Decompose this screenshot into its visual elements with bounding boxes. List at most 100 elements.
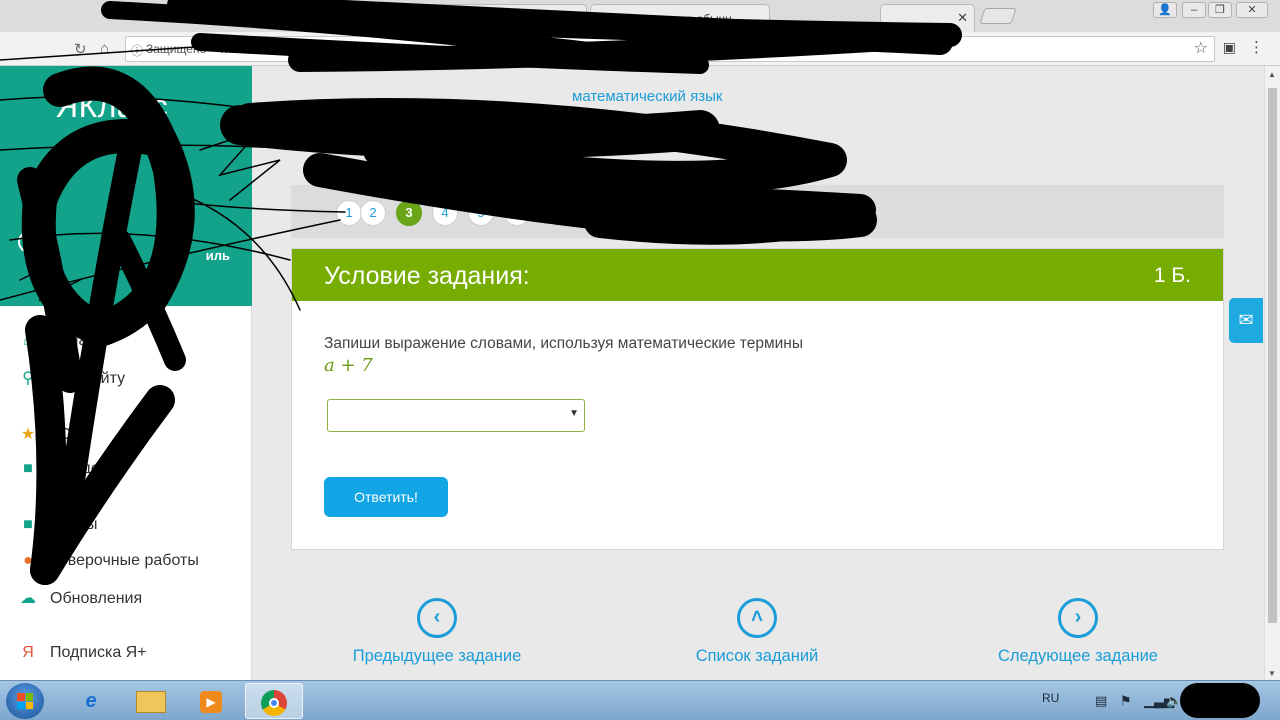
submit-answer-button[interactable]: Ответить! [324, 477, 448, 517]
sidebar-item-label: Подписка Я+ [50, 644, 147, 661]
favicon-icon [599, 14, 610, 25]
task-points: 1 Б. [1153, 264, 1191, 287]
sidebar-item-top[interactable]: ★ ТО [16, 424, 72, 448]
sidebar-brand-block: ЯКласс иль [0, 66, 252, 306]
breadcrumb[interactable]: математический язык [572, 88, 722, 105]
sidebar-item-label: Обновления [50, 590, 143, 607]
prev-task-nav[interactable]: ‹ Предыдущее задание [327, 598, 547, 666]
clock-redacted [1180, 683, 1260, 718]
page-title: на обы ык [460, 118, 601, 151]
cloud-icon: ☁ [20, 590, 36, 607]
next-task-link[interactable]: Следующее задание [968, 647, 1188, 666]
task-header: Условие задания: 1 Б. [292, 249, 1223, 301]
feedback-mail-icon[interactable]: ✉ [1229, 298, 1263, 343]
pager-item-active[interactable]: 3 [396, 200, 422, 226]
task-card: Условие задания: 1 Б. Запиши выражение с… [291, 248, 1224, 550]
language-indicator[interactable]: RU [1042, 691, 1059, 705]
task-expression: a + 7 [324, 355, 373, 376]
dropdown-arrow-icon: ▼ [569, 408, 579, 419]
sidebar-item-subjects[interactable]: ■ дметы [16, 516, 98, 540]
pager-item[interactable]: 8 [576, 200, 602, 226]
sidebar-item-label: роверочные работы [50, 552, 199, 569]
profile-link[interactable]: иль [206, 248, 230, 263]
sidebar-item-tests[interactable]: ● роверочные работы [16, 552, 199, 576]
minimize-button[interactable]: – [1182, 2, 1206, 18]
reload-icon[interactable]: ↻ [74, 40, 87, 58]
tab-close-icon[interactable]: ✕ [569, 10, 580, 26]
start-button[interactable] [6, 683, 44, 719]
pager-item[interactable]: 9 [612, 200, 638, 226]
chevron-left-icon[interactable]: ‹ [417, 598, 457, 638]
task-list-link[interactable]: Список заданий [647, 647, 867, 666]
home-icon[interactable]: ⌂ [100, 40, 109, 57]
sidebar: ЯКласс иль ⌂ Нача ⚲ Поис айту ★ ТО ■ У веден… [0, 66, 252, 680]
tab-title: 2. Запиши на математ [420, 12, 544, 26]
pager-item[interactable]: 5 [468, 200, 494, 226]
pager-item[interactable]: 4 [432, 200, 458, 226]
browser-tabstrip: 2. Запиши на математ ✕ 3. Перевод на обы… [0, 0, 1280, 32]
top-icon: ★ [20, 426, 36, 443]
close-window-button[interactable]: ✕ [1236, 2, 1268, 18]
user-icon[interactable] [18, 231, 40, 253]
next-task-nav[interactable]: › Следующее задание [968, 598, 1188, 666]
tests-icon: ● [23, 552, 33, 569]
url-text: ww [219, 42, 237, 56]
menu-icon[interactable]: ⋮ [1249, 38, 1264, 56]
usb-icon[interactable]: ▤ [1095, 693, 1107, 709]
ie-icon[interactable]: e [62, 683, 120, 719]
browser-tab[interactable]: 3. Перевод на обычн [590, 4, 770, 32]
home-icon: ⌂ [23, 332, 33, 349]
address-bar: ↻ ⌂ ⓘ Защищено ww ☆ ▣ ⋮ [0, 32, 1280, 66]
chevron-right-icon[interactable]: › [1058, 598, 1098, 638]
task-list-nav[interactable]: ˄ Список заданий [647, 598, 867, 666]
task-pager: 1 2 3 4 5 6 7 8 9 10 [291, 185, 1224, 238]
tab-close-icon[interactable]: ✕ [376, 8, 387, 24]
sidebar-item-home[interactable]: ⌂ Нача [16, 332, 87, 356]
info-icon: ⓘ [131, 44, 144, 58]
pager-item[interactable]: 10 [648, 200, 674, 226]
tab-title: 3. Перевод на обычн [615, 12, 732, 26]
prev-task-link[interactable]: Предыдущее задание [327, 647, 547, 666]
sidebar-item-school[interactable]: ■ У ведения [16, 460, 126, 484]
sidebar-item-subscription[interactable]: Я Подписка Я+ [16, 644, 147, 668]
sidebar-item-label: Поис айту [50, 370, 126, 387]
chrome-icon[interactable] [245, 683, 303, 719]
pager-item[interactable]: 2 [360, 200, 386, 226]
scroll-up-icon[interactable]: ▲ [1268, 70, 1276, 79]
sidebar-item-search[interactable]: ⚲ Поис айту [16, 368, 125, 392]
school-icon: ■ [23, 460, 33, 477]
windows-logo-icon [17, 693, 33, 709]
scrollbar-thumb[interactable] [1268, 88, 1277, 623]
sidebar-item-updates[interactable]: ☁ Обновления [16, 588, 142, 612]
favicon-icon [404, 14, 415, 25]
profile-icon[interactable]: 👤 [1153, 2, 1177, 18]
flag-icon[interactable]: ⚑ [1120, 693, 1132, 709]
maximize-button[interactable]: ❐ [1208, 2, 1232, 18]
browser-tab-active[interactable]: ✕ [880, 4, 975, 32]
explorer-folder-icon[interactable] [122, 683, 180, 719]
scroll-down-icon[interactable]: ▼ [1268, 669, 1276, 678]
vertical-scrollbar[interactable]: ▲ ▼ [1264, 66, 1280, 680]
search-icon: ⚲ [22, 370, 34, 387]
logo[interactable]: ЯКласс [55, 88, 168, 125]
pager-item[interactable]: 1 [336, 200, 362, 226]
taskbar: e ▶ RU ▤ ⚑ ▁▃▅ 🔈 [0, 680, 1280, 720]
chevron-up-icon[interactable]: ˄ [737, 598, 777, 638]
security-label: Защищено [146, 42, 207, 56]
answer-select[interactable]: ▼ [327, 399, 585, 432]
sidebar-item-label: ТО [50, 426, 72, 443]
ya-plus-icon: Я [22, 644, 34, 661]
pager-item[interactable]: 6 [504, 200, 530, 226]
task-header-title: Условие задания: [324, 262, 530, 290]
task-question: Запиши выражение словами, используя мате… [324, 335, 803, 352]
bookmark-star-icon[interactable]: ☆ [1194, 38, 1208, 58]
media-player-icon[interactable]: ▶ [182, 683, 240, 719]
extension-icon[interactable]: ▣ [1223, 39, 1236, 56]
sidebar-item-label: дметы [50, 516, 98, 533]
sidebar-item-label: У ведения [50, 460, 127, 477]
tab-close-icon[interactable]: ✕ [957, 10, 968, 26]
url-input[interactable]: ⓘ Защищено ww [125, 36, 1215, 62]
new-tab-button[interactable] [979, 8, 1017, 24]
pager-item[interactable]: 7 [540, 200, 566, 226]
browser-tab[interactable]: 2. Запиши на математ ✕ [395, 4, 587, 32]
